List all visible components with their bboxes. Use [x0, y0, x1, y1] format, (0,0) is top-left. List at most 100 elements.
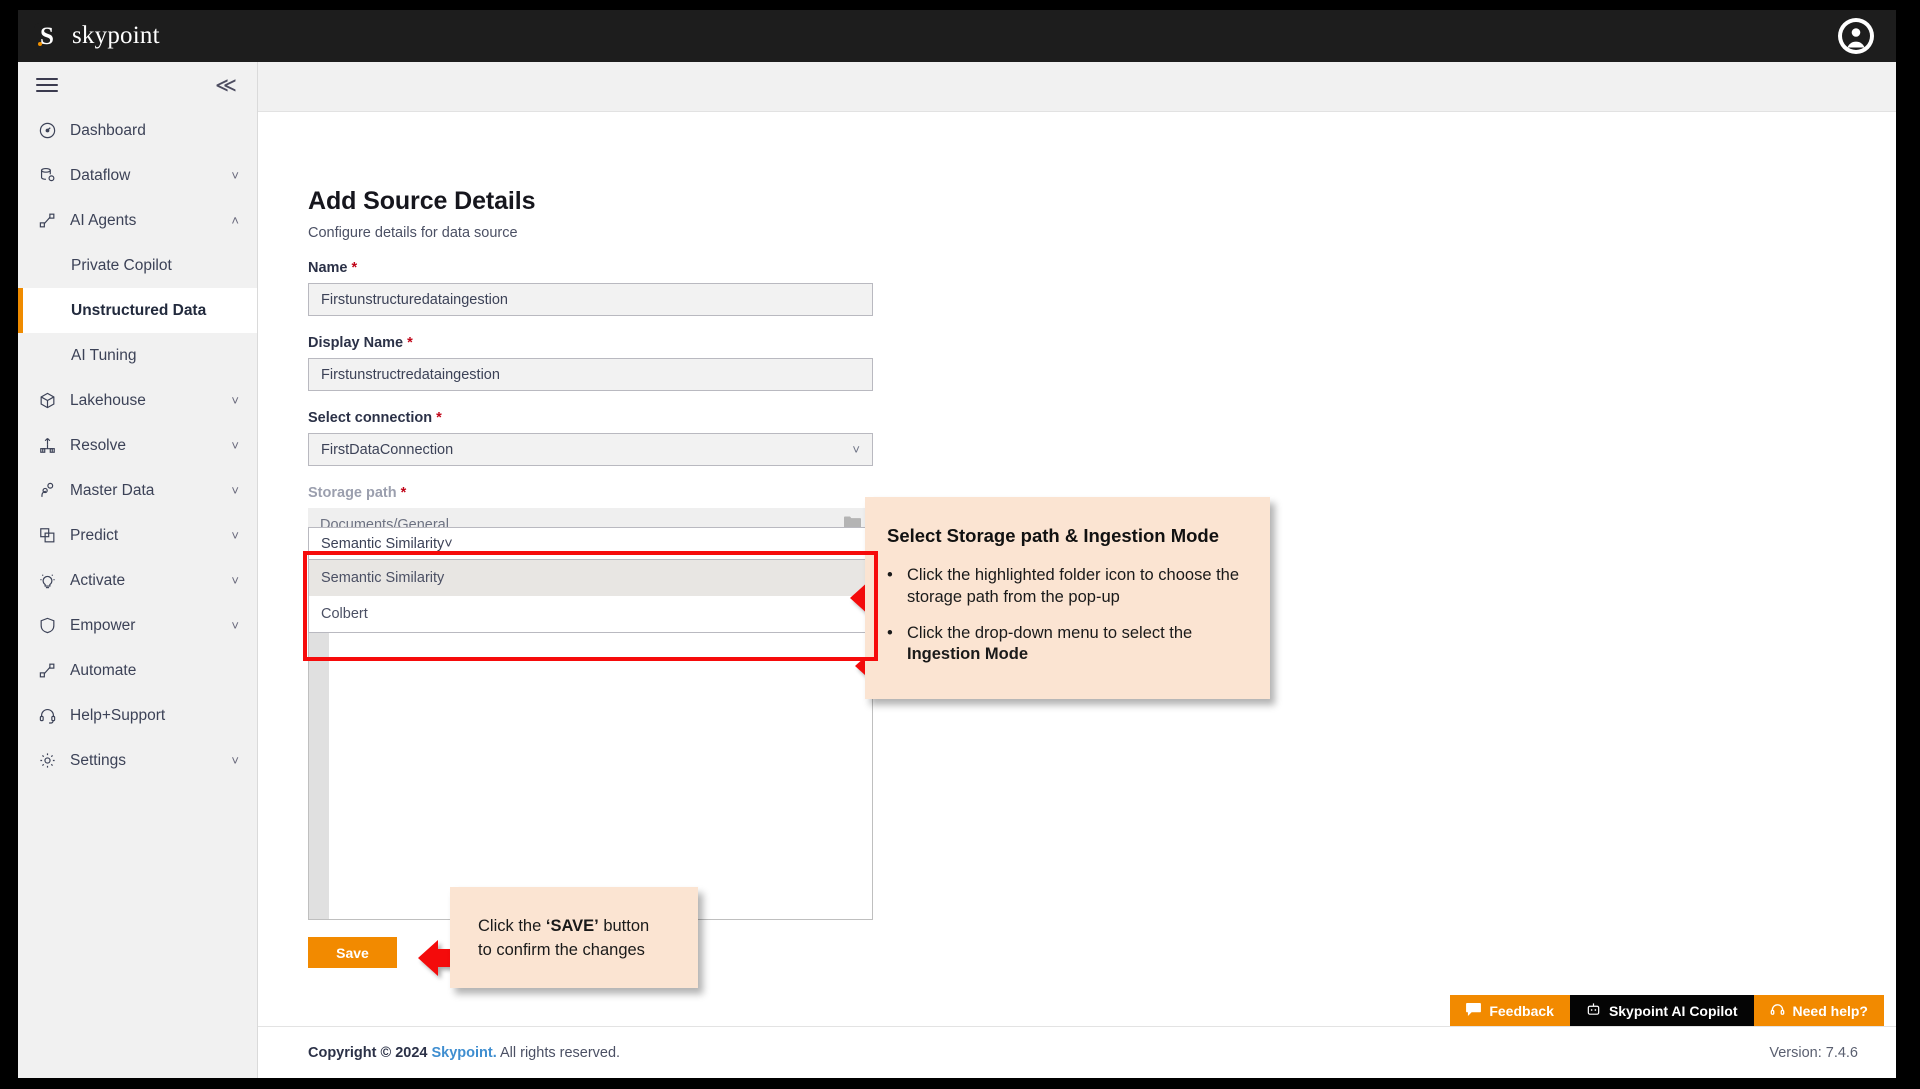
sidebar-header: ≪ — [18, 62, 257, 108]
chevron-down-icon[interactable]: ˅ — [231, 483, 239, 498]
user-avatar-icon[interactable] — [1838, 18, 1874, 54]
gauge-icon — [36, 120, 58, 142]
main-content: Add Source Details Configure details for… — [258, 62, 1896, 1078]
bullet-icon: • — [887, 566, 893, 584]
lightbulb-icon — [36, 570, 58, 592]
bullet-icon: • — [887, 623, 893, 642]
callout-save-prefix: Click the — [478, 917, 546, 935]
field-display-name: Display Name * Firstunstructredataingest… — [308, 335, 878, 391]
sidebar-item-label: Automate — [70, 661, 137, 679]
chevron-down-icon[interactable]: ˅ — [231, 528, 239, 543]
copyright-suffix: All rights reserved. — [496, 1044, 621, 1061]
option-label: Semantic Similarity — [321, 570, 445, 586]
copyright-text: Copyright © 2024 Skypoint. All rights re… — [308, 1045, 620, 1061]
add-source-details-form: Add Source Details Configure details for… — [303, 187, 1270, 988]
need-help-label: Need help? — [1792, 1002, 1868, 1019]
ingestion-mode-option-colbert[interactable]: Colbert — [309, 596, 872, 632]
need-help-button[interactable]: Need help? — [1753, 995, 1884, 1026]
sidebar-item-resolve[interactable]: Resolve ˅ — [18, 423, 257, 468]
copyright-prefix: Copyright © 2024 — [308, 1044, 432, 1061]
sidebar-subitem-label: AI Tuning — [71, 346, 137, 364]
callout-bullet-text: Click the drop-down menu to select the I… — [907, 623, 1244, 667]
hamburger-icon[interactable] — [36, 74, 58, 96]
ingestion-mode-option-list: Semantic Similarity Colbert — [308, 560, 873, 633]
chat-icon — [1466, 1002, 1482, 1019]
sidebar-item-activate[interactable]: Activate ˅ — [18, 558, 257, 603]
app-footer: Copyright © 2024 Skypoint. All rights re… — [258, 1026, 1896, 1078]
name-input[interactable]: Firstunstructuredataingestion — [308, 283, 873, 316]
panel-side-rail — [309, 586, 329, 919]
sidebar-item-dataflow[interactable]: Dataflow ˅ — [18, 153, 257, 198]
ingestion-mode-selected-value: Semantic Similarity — [321, 535, 445, 552]
database-gear-icon — [36, 165, 58, 187]
sidebar-subitem-label: Unstructured Data — [71, 301, 207, 319]
chevron-down-icon[interactable]: ˅ — [231, 753, 239, 768]
sidebar-item-label: Help+Support — [70, 706, 166, 724]
chevron-up-icon[interactable]: ˄ — [231, 213, 239, 228]
gear-icon — [36, 750, 58, 772]
ingestion-mode-dropdown[interactable]: Semantic Similarity ˅ — [308, 527, 873, 560]
callout-title: Select Storage path & Ingestion Mode — [887, 525, 1220, 546]
save-button[interactable]: Save — [308, 937, 397, 968]
app-header: S skypoint — [18, 10, 1896, 62]
sidebar-item-label: Empower — [70, 616, 136, 634]
sidebar-item-label: Predict — [70, 526, 119, 544]
ingestion-mode-option-semantic-similarity[interactable]: Semantic Similarity — [309, 560, 872, 596]
sidebar-item-help-support[interactable]: Help+Support — [18, 693, 257, 738]
storage-path-label: Storage path * — [308, 485, 407, 501]
sidebar-item-dashboard[interactable]: Dashboard — [18, 108, 257, 153]
headset-icon — [1770, 1002, 1785, 1020]
robot-icon — [1586, 1002, 1601, 1020]
content-area: Add Source Details Configure details for… — [258, 112, 1896, 1078]
sidebar-item-predict[interactable]: Predict ˅ — [18, 513, 257, 558]
chevron-double-left-icon[interactable]: ≪ — [215, 75, 237, 96]
chevron-down-icon[interactable]: ˅ — [231, 618, 239, 633]
brand-logo[interactable]: S skypoint — [34, 22, 160, 50]
select-connection-label: Select connection * — [308, 410, 442, 426]
preview-panel — [308, 585, 873, 920]
sidebar-item-lakehouse[interactable]: Lakehouse ˅ — [18, 378, 257, 423]
page-subtitle: Configure details for data source — [308, 225, 518, 241]
version-label: Version: 7.4.6 — [1769, 1044, 1858, 1061]
callout-bullet-prefix: Click the drop-down menu to select the — [907, 623, 1193, 642]
chevron-down-icon[interactable]: ˅ — [231, 573, 239, 588]
callout-save-emphasis: ‘SAVE’ — [545, 917, 599, 935]
chevron-down-icon[interactable]: ˅ — [231, 393, 239, 408]
sidebar-item-private-copilot[interactable]: Private Copilot — [18, 243, 257, 288]
app-window: S skypoint ≪ Dashboard Dataflow ˅ AI Age… — [18, 10, 1896, 1078]
layers-icon — [36, 525, 58, 547]
display-name-input[interactable]: Firstunstructredataingestion — [308, 358, 873, 391]
sidebar-item-label: Dashboard — [70, 121, 146, 139]
select-connection-dropdown[interactable]: FirstDataConnection ˅ — [308, 433, 873, 466]
name-input-value: Firstunstructuredataingestion — [321, 291, 508, 308]
callout-bullet-text: Click the highlighted folder icon to cho… — [907, 566, 1240, 606]
chevron-down-icon[interactable]: ˅ — [231, 168, 239, 183]
chevron-down-icon[interactable]: ˅ — [231, 438, 239, 453]
callout-save-button: Click the ‘SAVE’ button to confirm the c… — [450, 887, 698, 988]
required-marker: * — [436, 410, 442, 426]
callout-save-line2: to confirm the changes — [478, 940, 645, 959]
brand-name: skypoint — [72, 22, 160, 49]
sidebar-item-settings[interactable]: Settings ˅ — [18, 738, 257, 783]
skypoint-ai-copilot-button[interactable]: Skypoint AI Copilot — [1569, 995, 1754, 1026]
sidebar-item-ai-agents[interactable]: AI Agents ˄ — [18, 198, 257, 243]
field-select-connection: Select connection * FirstDataConnection … — [308, 410, 878, 466]
sidebar-item-master-data[interactable]: Master Data ˅ — [18, 468, 257, 513]
feedback-button[interactable]: Feedback — [1450, 995, 1570, 1026]
skypoint-logo-icon: S — [34, 23, 60, 49]
sidebar-item-automate[interactable]: Automate — [18, 648, 257, 693]
brand-link[interactable]: Skypoint. — [432, 1045, 497, 1061]
callout-storage-path-ingestion-mode: Select Storage path & Ingestion Mode • C… — [865, 497, 1270, 699]
cube-icon — [36, 390, 58, 412]
sidebar-item-label: Settings — [70, 751, 127, 769]
sidebar-item-label: Activate — [70, 571, 126, 589]
sidebar-item-empower[interactable]: Empower ˅ — [18, 603, 257, 648]
required-marker: * — [400, 485, 407, 501]
display-name-label: Display Name * — [308, 335, 413, 351]
nodes-icon — [36, 210, 58, 232]
merge-icon — [36, 435, 58, 457]
ingestion-mode-dropdown-wrap: Semantic Similarity ˅ Semantic Similarit… — [303, 527, 878, 661]
sidebar-item-unstructured-data[interactable]: Unstructured Data — [18, 288, 257, 333]
sidebar-item-ai-tuning[interactable]: AI Tuning — [18, 333, 257, 378]
sidebar-item-label: AI Agents — [70, 211, 137, 229]
